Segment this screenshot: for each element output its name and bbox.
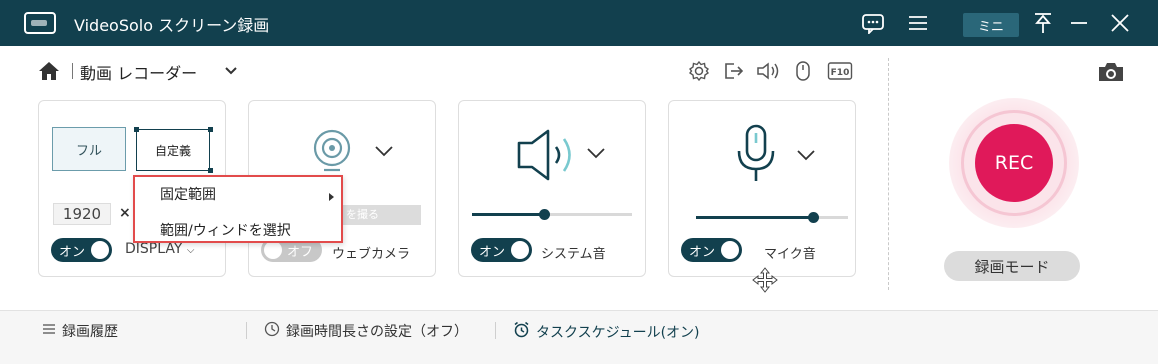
toggle-label: オン bbox=[479, 245, 506, 260]
menu-item-fixed-region[interactable]: 固定範囲 bbox=[160, 184, 340, 204]
clock-icon bbox=[264, 321, 280, 341]
toggle-knob bbox=[511, 241, 529, 259]
settings-gear-icon[interactable] bbox=[688, 59, 710, 83]
app-logo-icon bbox=[24, 12, 56, 34]
pin-icon[interactable] bbox=[1031, 9, 1055, 37]
system-speaker-icon bbox=[515, 125, 581, 189]
system-audio-toggle[interactable]: オン bbox=[471, 238, 532, 262]
minimize-icon[interactable] bbox=[1067, 9, 1091, 37]
area-context-menu: 固定範囲 範囲/ウィンドを選択 bbox=[133, 175, 343, 243]
hotkey-f10-icon[interactable]: F10 bbox=[827, 59, 853, 83]
slider-fill bbox=[696, 216, 813, 219]
task-schedule-link[interactable]: タスクスケジュール(オン) bbox=[513, 321, 700, 342]
system-audio-card: オン システム音 bbox=[458, 100, 646, 277]
resize-handle[interactable] bbox=[208, 127, 213, 132]
export-icon[interactable] bbox=[722, 59, 744, 83]
breadcrumb-separator bbox=[72, 63, 73, 79]
menu-item-select-region[interactable]: 範囲/ウィンドを選択 bbox=[160, 220, 291, 240]
svg-text:F10: F10 bbox=[831, 68, 850, 78]
full-area-button[interactable]: フル bbox=[52, 127, 126, 171]
system-volume-slider[interactable] bbox=[472, 209, 632, 220]
vertical-divider bbox=[888, 58, 889, 290]
move-cursor-icon bbox=[751, 266, 779, 298]
history-link[interactable]: 録画履歴 bbox=[42, 321, 118, 341]
record-mode-button[interactable]: 録画モード bbox=[944, 251, 1080, 281]
toggle-knob bbox=[264, 241, 282, 259]
custom-area-button[interactable]: 自定義 bbox=[136, 129, 210, 171]
rec-button[interactable]: REC bbox=[975, 124, 1053, 202]
list-icon bbox=[42, 322, 56, 340]
app-title: VideoSolo スクリーン録画 bbox=[74, 16, 270, 35]
close-icon[interactable] bbox=[1107, 9, 1133, 37]
microphone-card: オン マイク音 bbox=[668, 100, 856, 277]
submenu-arrow-icon bbox=[329, 193, 334, 201]
alarm-clock-icon bbox=[513, 321, 530, 342]
microphone-icon bbox=[733, 123, 779, 189]
mic-toggle[interactable]: オン bbox=[681, 238, 742, 262]
display-toggle[interactable]: オン bbox=[51, 238, 112, 262]
chevron-down-icon: ⌵ bbox=[186, 245, 195, 256]
toggle-label: オン bbox=[689, 245, 716, 260]
home-icon[interactable] bbox=[37, 60, 61, 86]
title-bar: VideoSolo スクリーン録画 ミニ bbox=[0, 0, 1158, 46]
toggle-knob bbox=[91, 241, 109, 259]
slider-knob[interactable] bbox=[808, 212, 819, 223]
toggle-knob bbox=[721, 241, 739, 259]
toggle-label: オン bbox=[59, 245, 86, 260]
mic-label: マイク音 bbox=[764, 247, 816, 262]
slider-fill bbox=[472, 213, 544, 216]
duration-setting-link[interactable]: 録画時間長さの設定（オフ） bbox=[264, 321, 468, 341]
system-audio-label: システム音 bbox=[541, 247, 606, 262]
display-select[interactable]: DISPLAY ⌵ bbox=[125, 241, 194, 257]
footer-separator bbox=[495, 322, 496, 339]
menu-icon[interactable] bbox=[906, 9, 930, 37]
mini-mode-button[interactable]: ミニ bbox=[963, 13, 1019, 37]
resolution-width-field[interactable]: 1920 bbox=[53, 203, 111, 225]
chevron-down-icon[interactable] bbox=[795, 147, 817, 167]
webcam-icon bbox=[309, 127, 355, 177]
feedback-icon[interactable] bbox=[860, 9, 886, 37]
speaker-icon[interactable] bbox=[755, 59, 781, 83]
footer-separator bbox=[246, 322, 247, 339]
menu-item-label: 固定範囲 bbox=[160, 187, 216, 203]
display-select-label: DISPLAY bbox=[125, 241, 183, 257]
mic-volume-slider[interactable] bbox=[696, 212, 848, 223]
webcam-label: ウェブカメラ bbox=[332, 247, 411, 262]
chevron-down-icon[interactable] bbox=[585, 145, 607, 165]
duration-label: 録画時間長さの設定（オフ） bbox=[286, 324, 468, 340]
chevron-down-icon[interactable] bbox=[223, 62, 239, 82]
history-label: 録画履歴 bbox=[62, 324, 118, 340]
resolution-separator: × bbox=[119, 205, 131, 221]
mode-title[interactable]: 動画 レコーダー bbox=[80, 60, 197, 84]
resize-handle[interactable] bbox=[134, 127, 139, 132]
screenshot-camera-icon[interactable] bbox=[1096, 60, 1126, 88]
mouse-icon[interactable] bbox=[792, 59, 814, 83]
resize-handle[interactable] bbox=[208, 168, 213, 173]
toggle-label: オフ bbox=[287, 245, 314, 260]
chevron-down-icon[interactable] bbox=[373, 143, 395, 163]
task-schedule-label: タスクスケジュール(オン) bbox=[536, 324, 700, 341]
slider-knob[interactable] bbox=[539, 209, 550, 220]
webcam-disabled-field: を撮る bbox=[342, 205, 421, 225]
